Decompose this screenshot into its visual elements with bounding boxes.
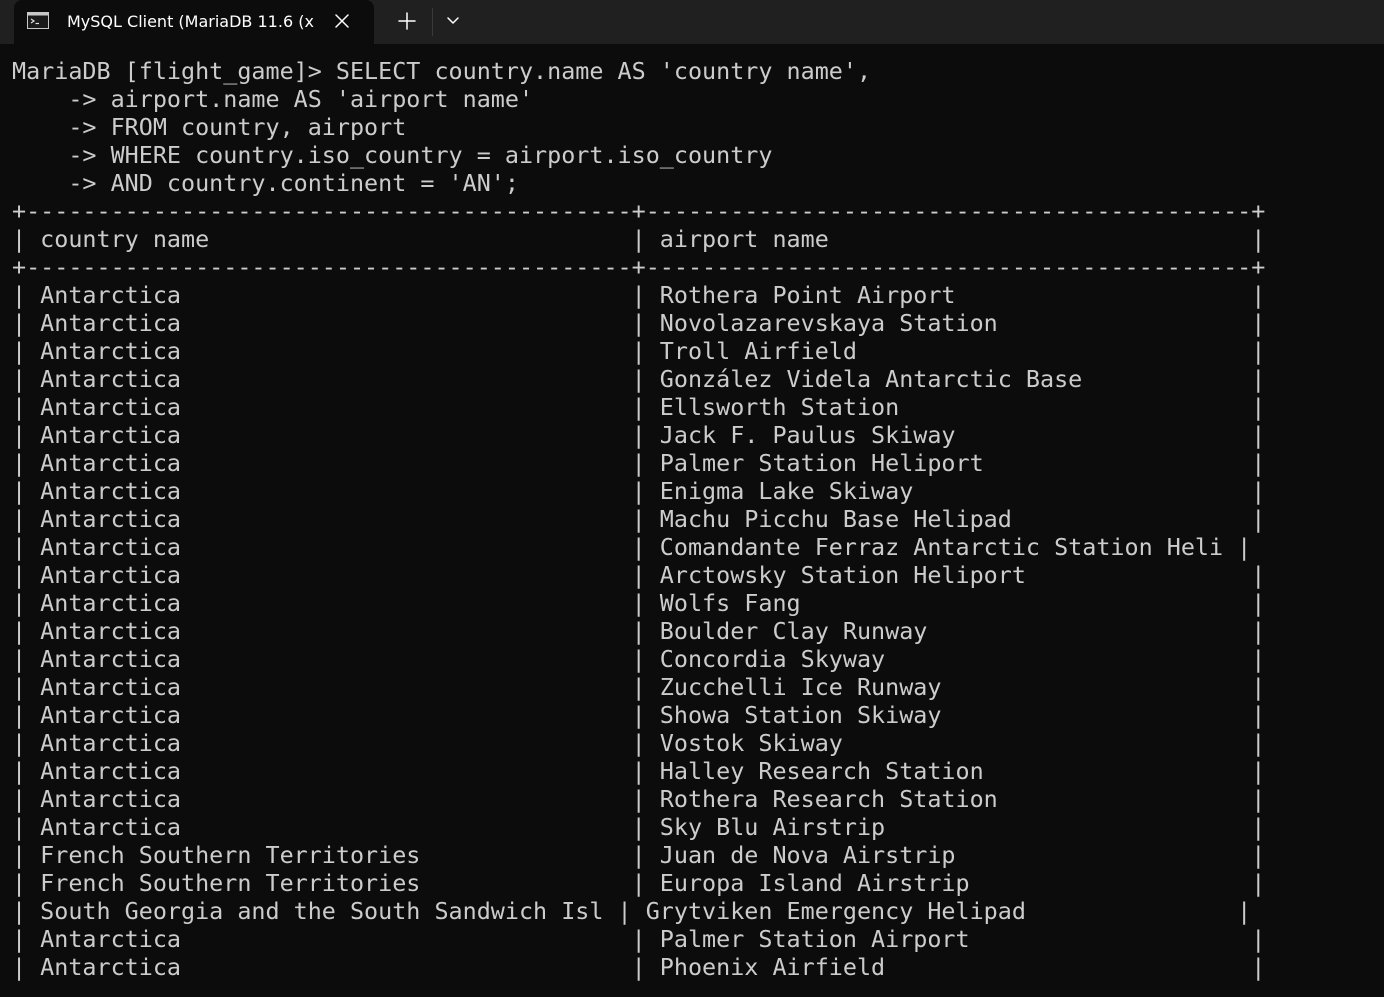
tab-bar: MySQL Client (MariaDB 11.6 (x [0, 0, 1384, 44]
table-row: | Antarctica | Concordia Skyway | [12, 645, 1266, 673]
table-row: | French Southern Territories | Juan de … [12, 841, 1266, 869]
table-row: | Antarctica | Jack F. Paulus Skiway | [12, 421, 1266, 449]
table-row: | Antarctica | Vostok Skiway | [12, 729, 1266, 757]
table-row: | Antarctica | Ellsworth Station | [12, 393, 1266, 421]
table-header: | country name | airport name | [12, 225, 1266, 253]
chevron-down-icon[interactable] [436, 6, 470, 36]
table-row: | Antarctica | Wolfs Fang | [12, 589, 1266, 617]
table-row: | Antarctica | Comandante Ferraz Antarct… [12, 533, 1252, 561]
table-row: | Antarctica | Novolazarevskaya Station … [12, 309, 1266, 337]
plus-icon[interactable] [388, 6, 426, 36]
terminal-window: MySQL Client (MariaDB 11.6 (x MariaDB [f… [0, 0, 1384, 997]
table-border: +---------------------------------------… [12, 197, 1266, 225]
table-row: | Antarctica | Sky Blu Airstrip | [12, 813, 1266, 841]
table-row: | Antarctica | Showa Station Skiway | [12, 701, 1266, 729]
tab-title: MySQL Client (MariaDB 11.6 (x [67, 12, 314, 31]
table-row: | Antarctica | Zucchelli Ice Runway | [12, 673, 1266, 701]
table-row: | French Southern Territories | Europa I… [12, 869, 1266, 897]
tab-mysql-client[interactable]: MySQL Client (MariaDB 11.6 (x [14, 0, 374, 44]
tab-divider [432, 8, 433, 36]
table-row: | Antarctica | Palmer Station Airport | [12, 925, 1266, 953]
table-row: | Antarctica | Halley Research Station | [12, 757, 1266, 785]
query-continuation-line: -> AND country.continent = 'AN'; [12, 169, 519, 197]
query-continuation-line: -> WHERE country.iso_country = airport.i… [12, 141, 773, 169]
table-row: | Antarctica | Troll Airfield | [12, 337, 1266, 365]
terminal-output[interactable]: MariaDB [flight_game]> SELECT country.na… [12, 57, 1372, 997]
prompt-line: MariaDB [flight_game]> SELECT country.na… [12, 57, 872, 85]
table-row: | Antarctica | Palmer Station Heliport | [12, 449, 1266, 477]
table-row: | South Georgia and the South Sandwich I… [12, 897, 1252, 925]
terminal-icon [27, 12, 49, 29]
query-continuation-line: -> FROM country, airport [12, 113, 407, 141]
table-row: | Antarctica | Boulder Clay Runway | [12, 617, 1266, 645]
table-row: | Antarctica | Rothera Research Station … [12, 785, 1266, 813]
close-icon[interactable] [332, 11, 352, 31]
table-row: | Antarctica | Phoenix Airfield | [12, 953, 1266, 981]
query-continuation-line: -> airport.name AS 'airport name' [12, 85, 534, 113]
table-row: | Antarctica | González Videla Antarctic… [12, 365, 1266, 393]
table-row: | Antarctica | Enigma Lake Skiway | [12, 477, 1266, 505]
table-row: | Antarctica | Machu Picchu Base Helipad… [12, 505, 1266, 533]
table-row: | Antarctica | Rothera Point Airport | [12, 281, 1266, 309]
table-border: +---------------------------------------… [12, 253, 1266, 281]
table-row: | Antarctica | Arctowsky Station Helipor… [12, 561, 1266, 589]
